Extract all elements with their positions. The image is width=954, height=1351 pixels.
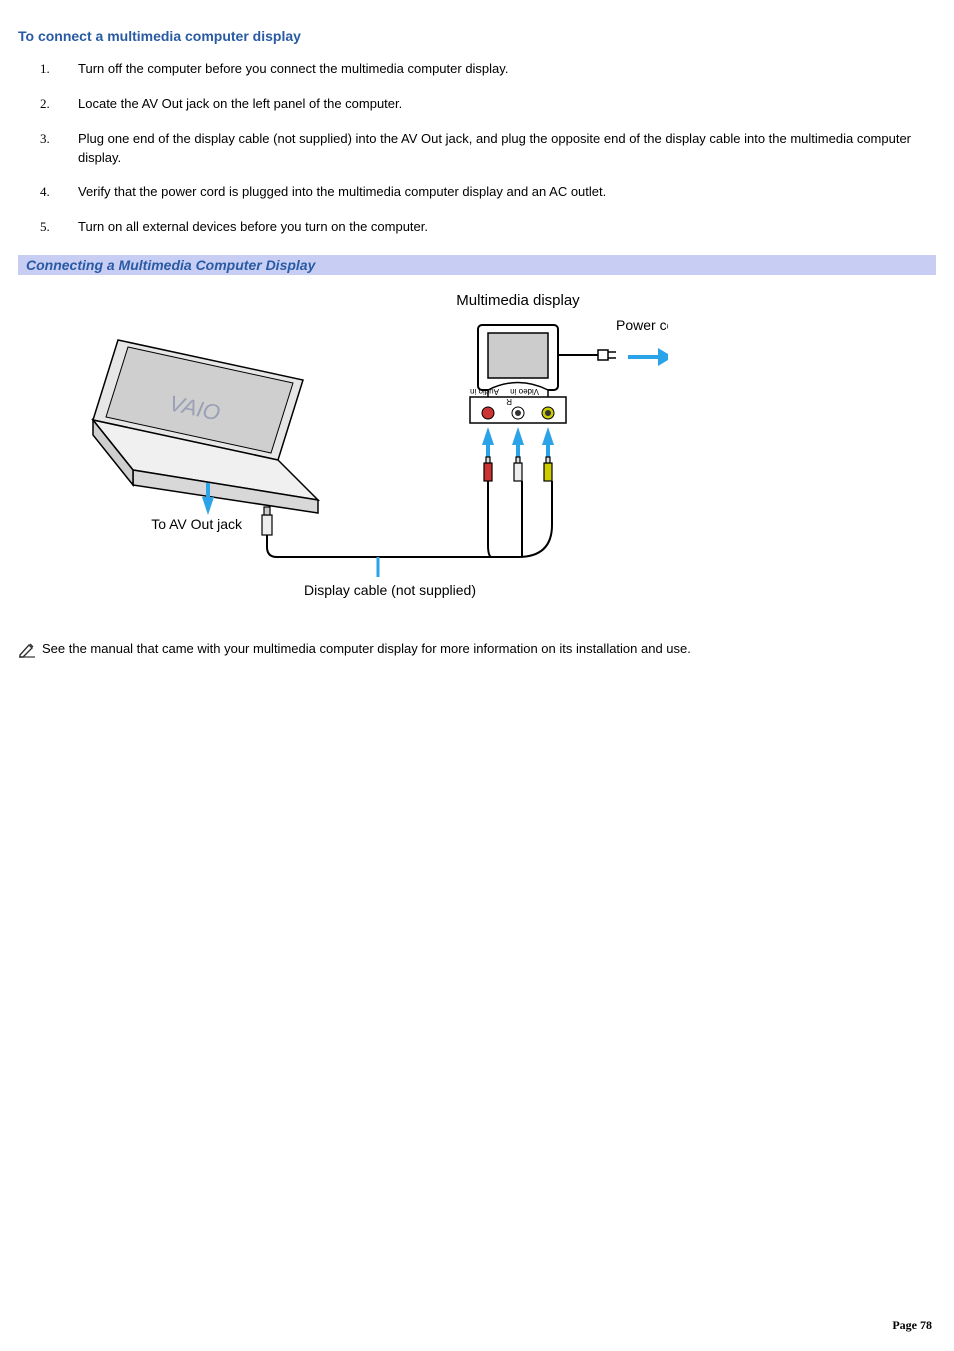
rca-plugs (484, 457, 552, 481)
label-audio-in: Audio in (470, 387, 499, 396)
power-arrow-icon (628, 348, 668, 366)
label-video-in: Video in (510, 387, 539, 396)
av-plug-icon (262, 507, 272, 535)
laptop-icon: VAIO (93, 340, 318, 513)
diagram-figure: Multimedia display Power cord Audio in (18, 285, 936, 615)
label-av-out: To AV Out jack (151, 516, 243, 532)
note: See the manual that came with your multi… (18, 641, 936, 661)
step-item: Locate the AV Out jack on the left panel… (66, 95, 936, 114)
note-text: See the manual that came with your multi… (42, 641, 691, 656)
steps-list: Turn off the computer before you connect… (18, 60, 936, 237)
step-item: Verify that the power cord is plugged in… (66, 183, 936, 202)
label-multimedia-display: Multimedia display (456, 292, 580, 309)
label-power-cord: Power cord (616, 317, 668, 333)
label-display-cable: Display cable (not supplied) (304, 582, 476, 598)
plug-icon (598, 350, 616, 360)
section-bar: Connecting a Multimedia Computer Display (18, 255, 936, 275)
step-item: Plug one end of the display cable (not s… (66, 130, 936, 168)
cable-direction-arrows (482, 427, 554, 460)
step-item: Turn on all external devices before you … (66, 218, 936, 237)
label-r: R (506, 397, 512, 406)
page-heading: To connect a multimedia computer display (18, 28, 936, 44)
pen-icon (18, 642, 36, 661)
rca-jacks (482, 407, 554, 419)
page-number: Page 78 (892, 1318, 932, 1333)
step-item: Turn off the computer before you connect… (66, 60, 936, 79)
